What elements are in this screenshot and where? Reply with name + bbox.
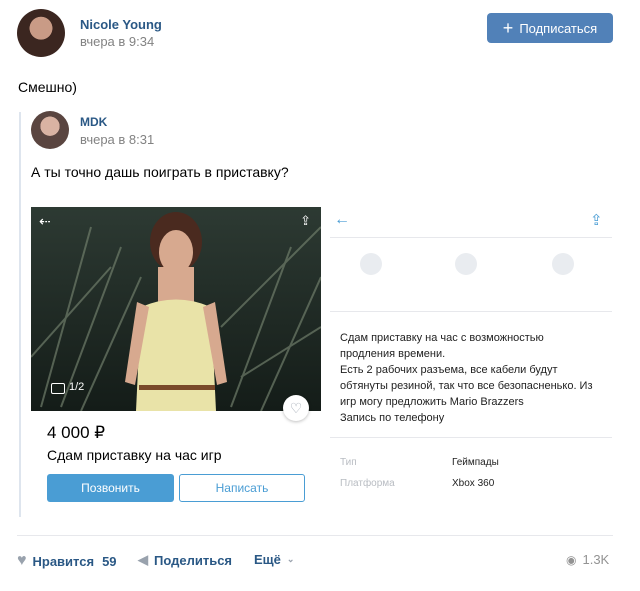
header-divider	[330, 237, 612, 238]
listing-card: ⇠ ⇪ 1/2 ♡ 4 000 ₽ Сдам приставку на час …	[31, 207, 321, 515]
thumbs-up-icon	[552, 253, 574, 275]
repost-text: А ты точно дашь поиграть в приставку?	[31, 164, 289, 180]
props-divider	[330, 437, 612, 438]
back-arrow-icon[interactable]: ←	[334, 211, 350, 229]
megaphone-icon: ◀	[138, 552, 148, 567]
shield-icon	[360, 253, 382, 275]
footer-divider	[17, 535, 613, 536]
post-time[interactable]: вчера в 9:34	[80, 34, 154, 49]
listing-price: 4 000 ₽	[47, 423, 106, 442]
like-label: Нравится	[32, 553, 95, 569]
like-button[interactable]: ♥ Нравится 59	[17, 552, 117, 570]
repost-time[interactable]: вчера в 8:31	[80, 132, 154, 147]
eye-icon: ◉	[566, 552, 577, 567]
description-line: игр могу предложить Mario Brazzers	[340, 396, 524, 408]
description-line: Запись по телефону	[340, 412, 445, 424]
share-button[interactable]: ◀ Поделиться	[138, 552, 232, 568]
camera-icon	[51, 383, 65, 394]
photo-counter: 1/2	[69, 381, 85, 393]
more-label: Ещё	[254, 552, 281, 567]
write-button[interactable]: Написать	[179, 474, 305, 502]
subscribe-label: Подписаться	[519, 20, 598, 36]
prop-label-platform: Платформа	[340, 478, 395, 489]
listing-description: Сдам приставку на час с возможностью про…	[340, 330, 610, 426]
repost-author[interactable]: MDK	[80, 115, 107, 129]
share-label: Поделиться	[154, 552, 233, 568]
description-line: Сдам приставку на час с возможностью	[340, 332, 544, 344]
heart-icon: ♡	[289, 399, 303, 416]
like-count: 59	[102, 553, 117, 569]
prop-value-type: Геймпады	[452, 457, 499, 468]
views-counter: ◉ 1.3K	[566, 552, 609, 567]
repost-bar	[19, 112, 21, 517]
listing-photo[interactable]: ⇠ ⇪ 1/2	[31, 207, 321, 411]
subscribe-button[interactable]: + Подписаться	[487, 13, 613, 43]
favorite-button[interactable]: ♡	[283, 395, 309, 421]
description-line: обтянуты резиной, так что все безопаснен…	[340, 380, 593, 392]
share-icon[interactable]: ⇪	[590, 211, 603, 229]
prop-label-type: Тип	[340, 457, 357, 468]
call-button[interactable]: Позвонить	[47, 474, 174, 502]
description-line: продления времени.	[340, 348, 446, 360]
author-avatar[interactable]	[17, 9, 65, 57]
more-button[interactable]: Ещё ⌄	[254, 552, 294, 567]
views-count: 1.3K	[582, 552, 610, 567]
share-icon[interactable]: ⇪	[300, 213, 311, 229]
description-line: Есть 2 рабочих разъема, все кабели будут	[340, 364, 558, 376]
truck-icon	[455, 253, 477, 275]
post-text: Смешно)	[18, 79, 77, 95]
heart-icon: ♥	[17, 552, 27, 569]
listing-title: Сдам приставку на час игр	[47, 447, 222, 463]
plus-icon: +	[502, 18, 514, 38]
badges-divider	[330, 311, 612, 312]
repost-avatar[interactable]	[31, 111, 69, 149]
listing-details: ← ⇪ Сдам приставку на час с возможностью…	[330, 207, 612, 515]
chevron-down-icon: ⌄	[286, 554, 295, 564]
back-icon[interactable]: ⇠	[39, 213, 51, 230]
author-name[interactable]: Nicole Young	[80, 17, 162, 32]
prop-value-platform: Xbox 360	[452, 478, 495, 489]
